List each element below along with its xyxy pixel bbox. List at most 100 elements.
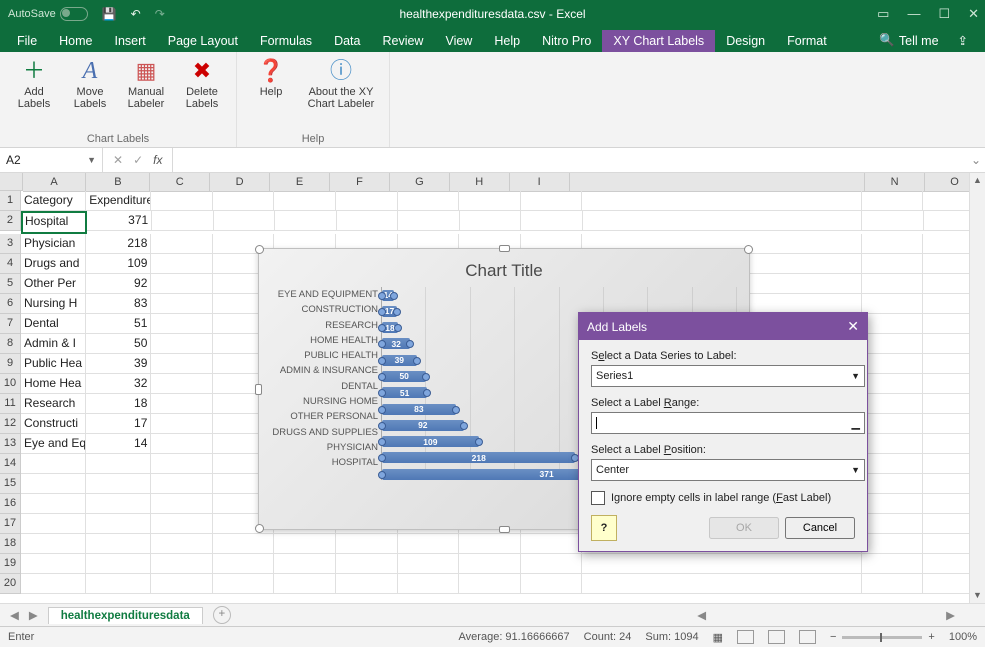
- cell[interactable]: [213, 574, 275, 594]
- cell[interactable]: [862, 554, 924, 574]
- cell[interactable]: Nursing H: [21, 294, 86, 314]
- cell[interactable]: [862, 314, 924, 334]
- cell[interactable]: 109: [86, 254, 151, 274]
- cell[interactable]: [398, 554, 460, 574]
- tab-insert[interactable]: Insert: [104, 30, 157, 52]
- tell-me[interactable]: 🔍 Tell me: [871, 29, 946, 52]
- row-header[interactable]: 20: [0, 574, 21, 594]
- row-header[interactable]: 6: [0, 294, 21, 314]
- col-header-i[interactable]: I: [510, 173, 570, 192]
- row-header[interactable]: 10: [0, 374, 21, 394]
- cell[interactable]: [151, 234, 213, 254]
- position-select[interactable]: Center ▼: [591, 459, 865, 481]
- chart-handle[interactable]: [255, 524, 264, 533]
- expand-formula-icon[interactable]: ⌄: [967, 153, 985, 167]
- cell[interactable]: [336, 191, 398, 211]
- cell[interactable]: [86, 514, 151, 534]
- add-labels-button[interactable]: ＋Add Labels: [8, 56, 60, 110]
- add-sheet-button[interactable]: +: [213, 606, 231, 624]
- row-header[interactable]: 2: [0, 211, 21, 231]
- cell[interactable]: [151, 314, 213, 334]
- select-all-corner[interactable]: [0, 173, 23, 191]
- cell[interactable]: Research: [21, 394, 86, 414]
- chart-bar[interactable]: 17: [382, 306, 397, 317]
- cell[interactable]: [398, 534, 460, 554]
- vertical-scrollbar[interactable]: ▲ ▼: [969, 173, 985, 603]
- cell[interactable]: [274, 554, 336, 574]
- cell[interactable]: [862, 434, 924, 454]
- cell[interactable]: [862, 274, 924, 294]
- row-header[interactable]: 5: [0, 274, 21, 294]
- page-layout-view-icon[interactable]: [768, 630, 785, 644]
- col-header-a[interactable]: A: [23, 173, 87, 192]
- chart-bar[interactable]: 218: [382, 452, 575, 463]
- cell[interactable]: [398, 574, 460, 594]
- close-icon[interactable]: ✕: [968, 6, 979, 22]
- cell[interactable]: [151, 334, 213, 354]
- chart-handle[interactable]: [255, 384, 262, 395]
- tab-page-layout[interactable]: Page Layout: [157, 30, 249, 52]
- worksheet[interactable]: A B C D E F G H I N O 1CategoryExpenditu…: [0, 173, 985, 603]
- col-header-g[interactable]: G: [390, 173, 450, 192]
- ok-button[interactable]: OK: [709, 517, 779, 539]
- formula-bar[interactable]: [173, 148, 967, 172]
- tab-format[interactable]: Format: [776, 30, 838, 52]
- row-header[interactable]: 7: [0, 314, 21, 334]
- autosave-toggle[interactable]: AutoSave: [8, 7, 88, 21]
- help-button[interactable]: ❓Help: [245, 56, 297, 110]
- row-header[interactable]: 16: [0, 494, 21, 514]
- cancel-button[interactable]: Cancel: [785, 517, 855, 539]
- cell[interactable]: 218: [86, 234, 151, 254]
- cell[interactable]: [151, 274, 213, 294]
- cell[interactable]: [151, 494, 213, 514]
- tab-home[interactable]: Home: [48, 30, 103, 52]
- chart-bar[interactable]: 14: [382, 290, 394, 301]
- chart-handle[interactable]: [255, 245, 264, 254]
- cell[interactable]: [274, 574, 336, 594]
- row-header[interactable]: 14: [0, 454, 21, 474]
- dialog-close-icon[interactable]: ✕: [847, 318, 859, 335]
- cell[interactable]: [862, 254, 924, 274]
- cell[interactable]: [336, 574, 398, 594]
- chart-bar[interactable]: 109: [382, 436, 479, 447]
- cell[interactable]: [521, 191, 583, 211]
- cell[interactable]: [398, 211, 459, 231]
- col-header-gap[interactable]: [570, 173, 866, 192]
- cell[interactable]: 83: [86, 294, 151, 314]
- row-header[interactable]: 18: [0, 534, 21, 554]
- chart-bar[interactable]: 18: [382, 322, 398, 333]
- cell[interactable]: [459, 574, 521, 594]
- share-icon[interactable]: ⇪: [947, 29, 979, 52]
- cell[interactable]: 32: [86, 374, 151, 394]
- chart-handle[interactable]: [744, 245, 753, 254]
- redo-icon[interactable]: ↷: [155, 7, 165, 21]
- chart-bar[interactable]: 51: [382, 387, 427, 398]
- cell[interactable]: Constructi: [21, 414, 86, 434]
- cell[interactable]: Admin & I: [21, 334, 86, 354]
- tab-review[interactable]: Review: [371, 30, 434, 52]
- cell[interactable]: 51: [86, 314, 151, 334]
- cell[interactable]: [862, 191, 924, 211]
- cell[interactable]: [274, 191, 336, 211]
- cell[interactable]: 50: [86, 334, 151, 354]
- cell[interactable]: [151, 574, 213, 594]
- cell[interactable]: [398, 191, 460, 211]
- scroll-up-icon[interactable]: ▲: [970, 173, 985, 188]
- cell[interactable]: [213, 554, 275, 574]
- cell[interactable]: [21, 534, 86, 554]
- cell[interactable]: [583, 211, 862, 231]
- cell[interactable]: [862, 454, 924, 474]
- cancel-formula-icon[interactable]: ✕: [113, 153, 123, 167]
- cell[interactable]: Eye and Eq: [21, 434, 86, 454]
- cell[interactable]: 92: [86, 274, 151, 294]
- cell[interactable]: [151, 414, 213, 434]
- cell[interactable]: Expenditures: [86, 191, 151, 211]
- tab-file[interactable]: File: [6, 30, 48, 52]
- row-header[interactable]: 4: [0, 254, 21, 274]
- zoom-track[interactable]: [842, 636, 922, 639]
- tab-formulas[interactable]: Formulas: [249, 30, 323, 52]
- cell[interactable]: [151, 294, 213, 314]
- cell[interactable]: [151, 354, 213, 374]
- move-labels-button[interactable]: AMove Labels: [64, 56, 116, 110]
- cell[interactable]: 18: [86, 394, 151, 414]
